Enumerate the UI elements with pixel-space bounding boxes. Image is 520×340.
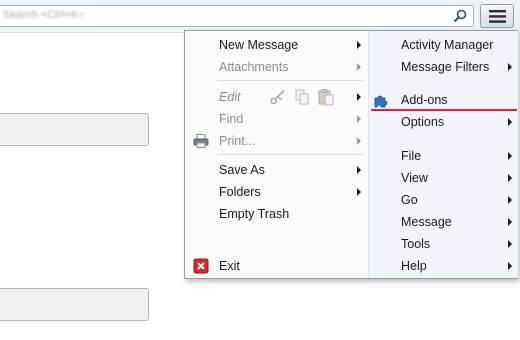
app-menu-right-column: Activity Manager Message Filters Add-ons… [368, 31, 518, 278]
menu-item-label: Message [401, 215, 452, 229]
search-icon[interactable] [452, 8, 468, 24]
app-menu-popup: New Message Attachments Edit Find Print.… [184, 30, 518, 279]
submenu-arrow-icon [357, 93, 361, 101]
printer-icon [193, 134, 209, 148]
menu-item-label: Exit [219, 259, 240, 273]
menu-item-label: Add-ons [401, 93, 448, 107]
menu-item-activity-manager[interactable]: Activity Manager [369, 34, 518, 56]
menu-item-label: Find [219, 112, 244, 126]
menu-item-save-as[interactable]: Save As [185, 159, 367, 181]
submenu-arrow-icon [508, 262, 512, 270]
copy-icon[interactable] [293, 88, 311, 106]
menu-item-label: Folders [219, 185, 261, 199]
submenu-arrow-icon [357, 137, 361, 145]
menu-item-label: Help [401, 259, 427, 273]
menu-separator [217, 154, 363, 155]
search-placeholder: Search <Ctrl+K> [3, 9, 85, 21]
menu-item-file[interactable]: File [369, 145, 518, 167]
submenu-arrow-icon [508, 218, 512, 226]
menu-item-folders[interactable]: Folders [185, 181, 367, 203]
menu-item-empty-trash[interactable]: Empty Trash [185, 203, 367, 225]
menu-item-view[interactable]: View [369, 167, 518, 189]
background-button-lower[interactable] [0, 288, 149, 321]
menu-item-options[interactable]: Options [369, 111, 518, 133]
hamburger-icon [489, 10, 506, 23]
menu-item-label: File [401, 149, 422, 163]
edit-actions [269, 88, 335, 106]
app-menu-button[interactable] [480, 4, 514, 28]
menu-item-exit[interactable]: Exit [185, 255, 367, 277]
submenu-arrow-icon [508, 196, 512, 204]
menu-item-label: Print... [219, 134, 256, 148]
submenu-arrow-icon [508, 240, 512, 248]
menu-item-label: Options [401, 115, 445, 129]
menu-item-message-filters[interactable]: Message Filters [369, 56, 518, 78]
menu-item-attachments[interactable]: Attachments [185, 56, 367, 78]
menu-item-print[interactable]: Print... [185, 130, 367, 152]
menu-item-label: Empty Trash [219, 207, 290, 221]
submenu-arrow-icon [508, 63, 512, 71]
submenu-arrow-icon [508, 118, 512, 126]
submenu-arrow-icon [357, 115, 361, 123]
menu-item-label: View [401, 171, 428, 185]
cut-icon[interactable] [269, 88, 287, 106]
submenu-arrow-icon [508, 174, 512, 182]
puzzle-piece-icon [374, 95, 388, 108]
menu-item-tools[interactable]: Tools [369, 233, 518, 255]
submenu-arrow-icon [357, 166, 361, 174]
submenu-arrow-icon [357, 63, 361, 71]
background-button-upper[interactable] [0, 113, 149, 146]
menu-item-new-message[interactable]: New Message [185, 34, 367, 56]
menu-item-help[interactable]: Help [369, 255, 518, 277]
toolbar: Search <Ctrl+K> [0, 0, 520, 33]
menu-item-label: Edit [219, 90, 241, 104]
menu-item-label: Message Filters [401, 60, 490, 74]
submenu-arrow-icon [357, 41, 361, 49]
paste-icon[interactable] [317, 88, 335, 106]
menu-item-label: Activity Manager [401, 38, 494, 52]
application-window: Search <Ctrl+K> New Message Attachments [0, 0, 520, 340]
search-input[interactable]: Search <Ctrl+K> [0, 5, 474, 27]
menu-separator [217, 80, 363, 81]
exit-icon [193, 258, 209, 274]
submenu-arrow-icon [357, 188, 361, 196]
app-menu-left-column: New Message Attachments Edit Find Print.… [185, 31, 367, 278]
menu-item-label: Save As [219, 163, 265, 177]
menu-item-edit[interactable]: Edit [185, 86, 367, 108]
menu-item-add-ons[interactable]: Add-ons [369, 89, 518, 111]
menu-item-label: New Message [219, 38, 299, 52]
menu-item-message[interactable]: Message [369, 211, 518, 233]
menu-item-find[interactable]: Find [185, 108, 367, 130]
menu-item-go[interactable]: Go [369, 189, 518, 211]
submenu-arrow-icon [508, 152, 512, 160]
menu-item-label: Go [401, 193, 418, 207]
menu-item-label: Attachments [219, 60, 289, 74]
menu-item-label: Tools [401, 237, 431, 251]
